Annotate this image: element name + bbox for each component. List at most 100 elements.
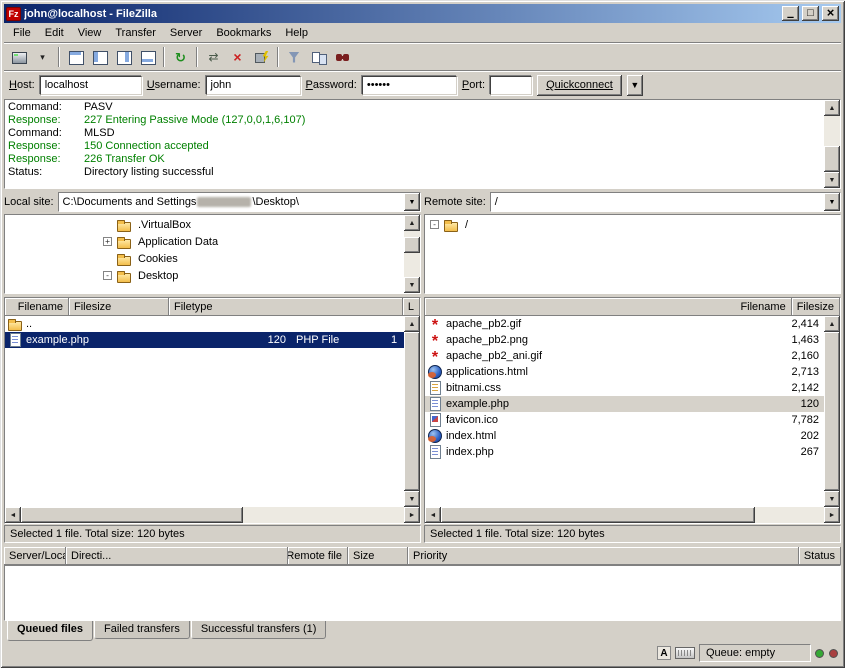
local-site-dropdown-button[interactable] [404, 193, 420, 211]
menu-edit[interactable]: Edit [38, 25, 71, 41]
scroll-up-button[interactable] [824, 316, 840, 332]
scroll-track[interactable] [404, 231, 420, 277]
queue-column-remote-file[interactable]: Remote file [288, 547, 348, 565]
queue-column-status[interactable]: Status [799, 547, 841, 565]
file-row-favicon-ico[interactable]: favicon.ico7,782 [425, 412, 824, 428]
scroll-down-button[interactable] [824, 491, 840, 507]
tree-expander[interactable]: - [103, 271, 112, 280]
find-button[interactable] [331, 46, 354, 68]
process-queue-button[interactable]: ⇄ [202, 46, 225, 68]
quickconnect-button[interactable]: Quickconnect [537, 75, 622, 96]
menu-view[interactable]: View [71, 25, 109, 41]
scroll-thumb[interactable] [21, 507, 243, 523]
column-filename[interactable]: Filename∧ [425, 298, 792, 316]
menu-transfer[interactable]: Transfer [108, 25, 163, 41]
file-row-apache-pb2-gif[interactable]: apache_pb2.gif2,414 [425, 316, 824, 332]
toggle-message-log-button[interactable] [64, 46, 87, 68]
separator-button[interactable] [58, 47, 60, 67]
disconnect-button[interactable] [250, 46, 273, 68]
tree-item-virtualbox[interactable]: .VirtualBox [5, 216, 404, 233]
refresh-button[interactable]: ↻ [169, 46, 192, 68]
file-row-example-php[interactable]: example.php120PHP File1 [5, 332, 404, 348]
transfer-queue-list[interactable] [4, 565, 841, 621]
menu-server[interactable]: Server [163, 25, 209, 41]
local-site-combo[interactable]: C:\Documents and Settings\Desktop\ [58, 192, 421, 212]
maximize-button[interactable] [802, 6, 819, 21]
tab-failed-transfers[interactable]: Failed transfers [94, 621, 190, 639]
scroll-thumb[interactable] [404, 237, 420, 253]
queue-column-directi[interactable]: Directi... [66, 547, 288, 565]
column-l[interactable]: L∧ [403, 298, 420, 316]
tree-expander[interactable]: + [103, 237, 112, 246]
scroll-track[interactable] [441, 507, 824, 523]
column-filesize[interactable]: Filesize∧ [69, 298, 169, 316]
queue-column-server-local-file[interactable]: Server/Local file [4, 547, 66, 565]
scroll-up-button[interactable] [824, 100, 840, 116]
remote-site-combo[interactable]: / [490, 192, 841, 212]
password-input[interactable]: •••••• [362, 76, 457, 95]
separator-button[interactable] [277, 47, 279, 67]
tree-item-root[interactable]: -/ [425, 216, 840, 233]
toggle-local-tree-button[interactable] [88, 46, 111, 68]
tree-expander[interactable]: - [430, 220, 439, 229]
separator-button[interactable] [163, 47, 165, 67]
scroll-thumb[interactable] [824, 146, 840, 172]
port-input[interactable] [490, 76, 532, 95]
quickconnect-dropdown-button[interactable]: ▼ [627, 75, 643, 96]
scroll-thumb[interactable] [824, 332, 840, 491]
scroll-left-button[interactable] [425, 507, 441, 523]
remote-site-dropdown-button[interactable] [824, 193, 840, 211]
tree-item-application-data[interactable]: +Application Data [5, 233, 404, 250]
language-indicator-icon[interactable]: A [657, 646, 671, 660]
scroll-thumb[interactable] [441, 507, 755, 523]
queue-column-priority[interactable]: Priority [408, 547, 799, 565]
file-row-item[interactable]: .. [5, 316, 404, 332]
host-input[interactable]: localhost [40, 76, 142, 95]
scroll-up-button[interactable] [404, 316, 420, 332]
scroll-track[interactable] [21, 507, 404, 523]
scroll-track[interactable] [824, 116, 840, 172]
file-row-apache-pb2-png[interactable]: apache_pb2.png1,463 [425, 332, 824, 348]
scroll-track[interactable] [824, 332, 840, 491]
tab-successful-transfers-1[interactable]: Successful transfers (1) [191, 621, 327, 639]
menu-file[interactable]: File [6, 25, 38, 41]
site-manager-dropdown-button[interactable]: ▾ [31, 46, 54, 68]
site-manager-button[interactable] [7, 46, 30, 68]
tree-item-cookies[interactable]: Cookies [5, 250, 404, 267]
log-scrollbar[interactable] [824, 100, 840, 188]
scroll-right-button[interactable] [824, 507, 840, 523]
filter-button[interactable] [283, 46, 306, 68]
compare-button[interactable] [307, 46, 330, 68]
scroll-down-button[interactable] [404, 277, 420, 293]
column-filetype[interactable]: Filetype∧ [169, 298, 403, 316]
file-row-example-php[interactable]: example.php120 [425, 396, 824, 412]
separator-button[interactable] [196, 47, 198, 67]
keyboard-icon[interactable] [675, 647, 695, 659]
scroll-down-button[interactable] [824, 172, 840, 188]
remote-list-scrollbar[interactable] [824, 316, 840, 507]
local-list-hscrollbar[interactable] [5, 507, 420, 523]
file-row-apache-pb2-ani-gif[interactable]: apache_pb2_ani.gif2,160 [425, 348, 824, 364]
menu-bookmarks[interactable]: Bookmarks [209, 25, 278, 41]
file-row-applications-html[interactable]: applications.html2,713 [425, 364, 824, 380]
local-list-scrollbar[interactable] [404, 316, 420, 507]
file-row-index-html[interactable]: index.html202 [425, 428, 824, 444]
scroll-track[interactable] [404, 332, 420, 491]
scroll-left-button[interactable] [5, 507, 21, 523]
username-input[interactable]: john [206, 76, 301, 95]
scroll-down-button[interactable] [404, 491, 420, 507]
tree-item-desktop[interactable]: -Desktop [5, 267, 404, 284]
file-row-index-php[interactable]: index.php267 [425, 444, 824, 460]
minimize-button[interactable] [782, 6, 799, 21]
scroll-up-button[interactable] [404, 215, 420, 231]
toggle-remote-tree-button[interactable] [112, 46, 135, 68]
cancel-button[interactable]: × [226, 46, 249, 68]
menu-help[interactable]: Help [278, 25, 315, 41]
remote-list-hscrollbar[interactable] [425, 507, 840, 523]
titlebar[interactable]: Fz john@localhost - FileZilla [4, 4, 841, 23]
close-button[interactable] [822, 6, 839, 21]
queue-column-size[interactable]: Size [348, 547, 408, 565]
column-filesize[interactable]: Filesize∧ [792, 298, 840, 316]
local-tree-scrollbar[interactable] [404, 215, 420, 293]
tab-queued-files[interactable]: Queued files [7, 621, 93, 641]
